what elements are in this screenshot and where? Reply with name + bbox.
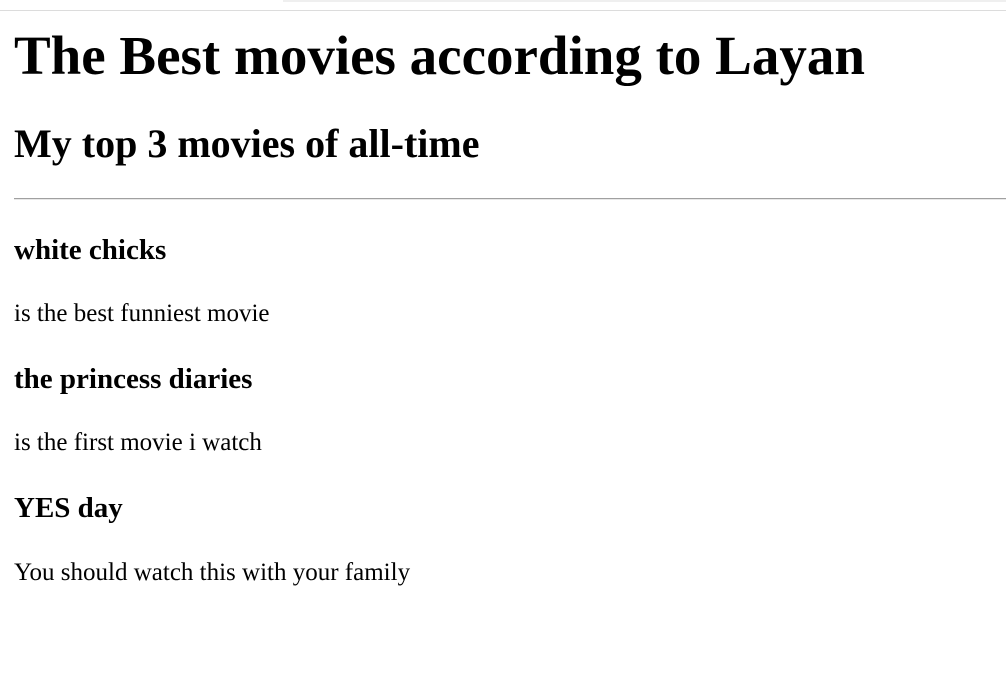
movie-title-1: white chicks <box>14 234 167 266</box>
movie-description-1: is the best funniest movie <box>14 300 270 327</box>
browser-edge-strip <box>283 0 1006 2</box>
movie-title-2: the princess diaries <box>14 363 253 395</box>
movie-title-3: YES day <box>14 492 123 524</box>
section-divider <box>14 198 1006 200</box>
top-border-line <box>0 10 1006 11</box>
movie-description-3: You should watch this with your family <box>14 559 411 586</box>
page-title: The Best movies according to Layan <box>14 25 865 86</box>
page-subtitle: My top 3 movies of all-time <box>14 121 480 166</box>
movie-description-2: is the first movie i watch <box>14 429 262 456</box>
